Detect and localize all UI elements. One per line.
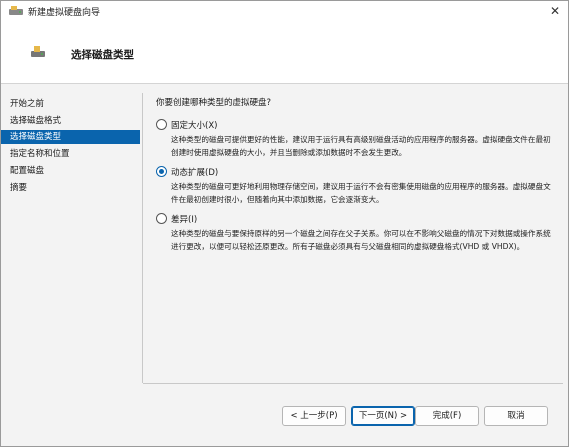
sidebar-item-label: 配置磁盘 (10, 166, 45, 176)
sidebar-item-choose-type[interactable]: 选择磁盘类型 (1, 130, 140, 144)
option-label[interactable]: 固定大小(X) (171, 119, 217, 131)
sidebar-item-label: 指定名称和位置 (10, 149, 70, 159)
description-line: 这种类型的磁盘与要保持原样的另一个磁盘之间存在父子关系。你可以在不影响父磁盘的情… (171, 229, 551, 238)
option-description: 这种类型的磁盘可提供更好的性能，建议用于运行具有高级别磁盘活动的应用程序的服务器… (171, 134, 556, 159)
option-description: 这种类型的磁盘可更好地利用物理存储空间，建议用于运行不会有密集使用磁盘的应用程序… (171, 181, 556, 206)
sidebar-item-label: 选择磁盘格式 (10, 116, 62, 126)
description-line: 创建时使用虚拟硬盘的大小，并且当删除或添加数据时不会发生更改。 (171, 147, 407, 157)
window-title: 新建虚拟硬盘向导 (28, 8, 101, 18)
close-button[interactable]: ✕ (548, 4, 562, 18)
description-line: 进行更改，以便可以轻松还原更改。所有子磁盘必须具有与父磁盘相同的虚拟硬盘格式(V… (171, 241, 525, 251)
wizard-window: 新建虚拟硬盘向导 ✕ 选择磁盘类型 开始之前 选择磁盘格式 选择磁盘类型 指定名… (0, 0, 569, 447)
description-line: 这种类型的磁盘可提供更好的性能，建议用于运行具有高级别磁盘活动的应用程序的服务器… (171, 135, 551, 144)
sidebar-item-choose-format[interactable]: 选择磁盘格式 (10, 114, 139, 128)
option-label[interactable]: 动态扩展(D) (171, 166, 218, 178)
title-bar: 新建虚拟硬盘向导 ✕ (1, 1, 568, 21)
radio-dynamically-expanding[interactable] (156, 166, 167, 177)
sidebar-item-label: 选择磁盘类型 (10, 132, 62, 142)
finish-button[interactable]: 完成(F) (415, 406, 479, 426)
sidebar-item-name-location[interactable]: 指定名称和位置 (10, 147, 139, 161)
sidebar-item-configure-disk[interactable]: 配置磁盘 (10, 164, 139, 178)
sidebar-item-summary[interactable]: 摘要 (10, 181, 139, 195)
option-label[interactable]: 差异(I) (171, 213, 197, 225)
footer-divider (143, 383, 563, 384)
page-title: 选择磁盘类型 (71, 49, 134, 61)
cancel-button[interactable]: 取消 (484, 406, 548, 426)
disk-icon (9, 6, 23, 15)
disk-icon (31, 46, 45, 57)
radio-differencing[interactable] (156, 213, 167, 224)
wizard-steps: 开始之前 选择磁盘格式 选择磁盘类型 指定名称和位置 配置磁盘 摘要 (1, 84, 140, 384)
sidebar-item-label: 开始之前 (10, 99, 45, 109)
previous-button[interactable]: < 上一步(P) (282, 406, 346, 426)
sidebar-item-before-you-begin[interactable]: 开始之前 (10, 97, 139, 111)
description-line: 这种类型的磁盘可更好地利用物理存储空间，建议用于运行不会有密集使用磁盘的应用程序… (171, 182, 551, 191)
question-text: 你要创建哪种类型的虚拟硬盘? (156, 98, 272, 108)
wizard-header: 选择磁盘类型 (1, 21, 568, 84)
radio-fixed-size[interactable] (156, 119, 167, 130)
description-line: 件在最初创建时很小，但随着向其中添加数据，它会逐渐变大。 (171, 194, 384, 204)
sidebar-item-label: 摘要 (10, 183, 28, 193)
next-button[interactable]: 下一页(N) > (351, 406, 415, 426)
option-description: 这种类型的磁盘与要保持原样的另一个磁盘之间存在父子关系。你可以在不影响父磁盘的情… (171, 228, 556, 253)
vertical-divider (142, 93, 143, 383)
